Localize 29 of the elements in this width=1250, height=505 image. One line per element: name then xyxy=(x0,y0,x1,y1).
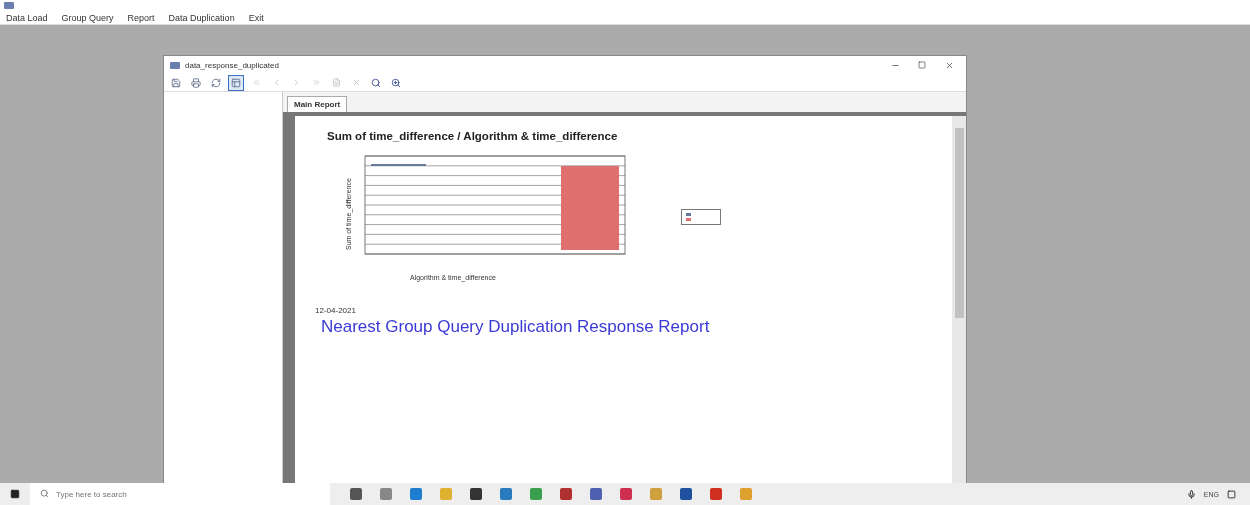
menu-item[interactable]: Exit xyxy=(248,12,264,23)
app-icon xyxy=(4,2,14,9)
taskbar-app-icon[interactable] xyxy=(470,488,482,500)
taskbar-app-icon[interactable] xyxy=(680,488,692,500)
report-date: 12-04-2021 xyxy=(315,306,357,315)
report-tab[interactable]: Main Report xyxy=(287,96,348,112)
taskbar-app-icon[interactable] xyxy=(590,488,602,500)
notification-icon[interactable] xyxy=(1227,489,1236,499)
menu-item[interactable]: Group Query xyxy=(61,12,114,23)
menu-item[interactable]: Report xyxy=(127,12,155,23)
taskbar-app-icon[interactable] xyxy=(500,488,512,500)
taskbar-app-icon[interactable] xyxy=(560,488,572,500)
chart-title: Sum of time_difference / Algorithm & time_difference xyxy=(327,130,619,142)
window-title: data_response_duplicated xyxy=(185,60,280,70)
window-icon xyxy=(170,61,180,69)
menu-item[interactable]: Data Load xyxy=(6,12,48,23)
maximize-icon[interactable] xyxy=(918,61,926,69)
start-icon[interactable] xyxy=(10,489,20,499)
taskbar-app-icon[interactable] xyxy=(350,488,362,500)
taskbar-app-icon[interactable] xyxy=(710,488,722,500)
tray-icon[interactable] xyxy=(1186,489,1196,499)
vertical-scrollbar[interactable] xyxy=(952,116,966,483)
report-heading: Nearest Group Query Duplication Response Report xyxy=(321,317,711,337)
search-field[interactable]: Type here to search xyxy=(30,483,330,505)
tree-toggle-icon[interactable] xyxy=(228,74,244,91)
chart-legend xyxy=(681,209,721,225)
taskbar-app-icon[interactable] xyxy=(620,488,632,500)
close-icon[interactable] xyxy=(944,60,954,70)
menu-item[interactable]: Data Duplication xyxy=(168,12,235,23)
